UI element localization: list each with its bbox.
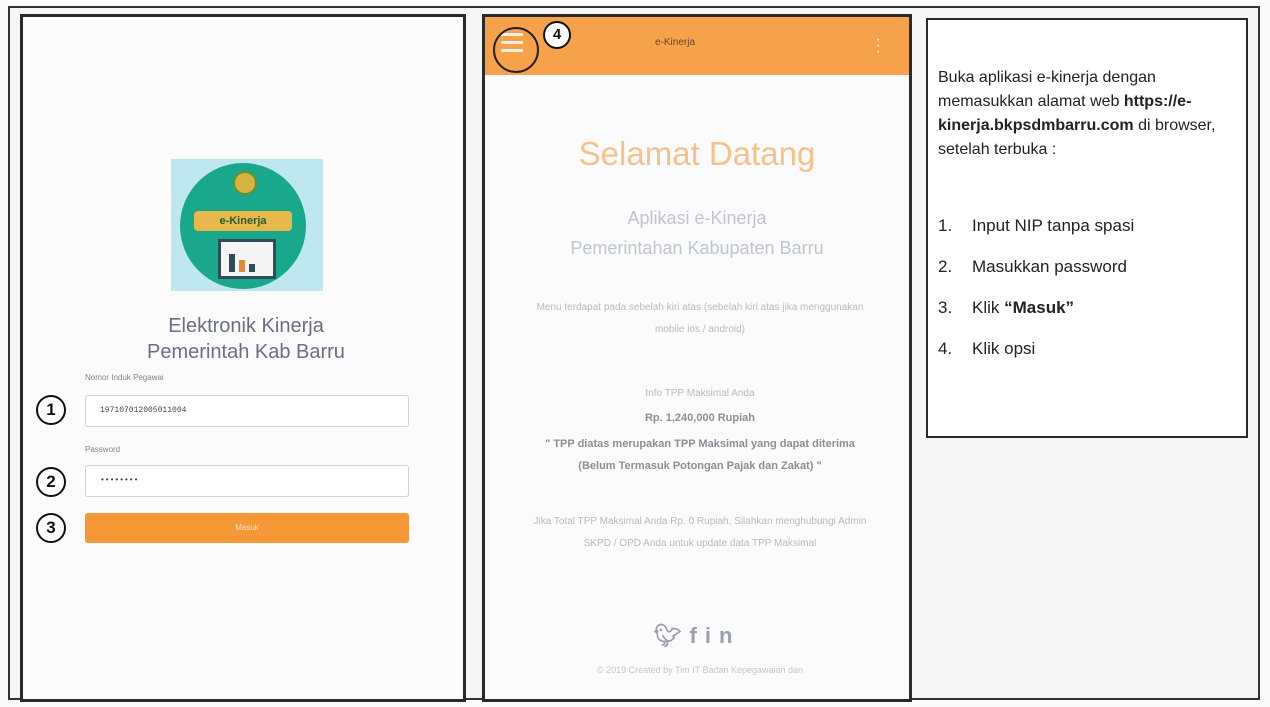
more-vert-icon[interactable]: · · ·	[876, 32, 881, 60]
monitor-icon	[218, 239, 276, 279]
callout-2: 2	[36, 467, 66, 497]
instructions-intro: Buka aplikasi e-kinerja dengan memasukka…	[938, 69, 1216, 158]
emblem-icon	[233, 171, 257, 195]
tpp-value: Rp. 1,240,000 Rupiah	[644, 412, 756, 424]
callout-3: 3	[36, 513, 66, 543]
home-screen: 4 e-Kinerja · · · Selamat Datang Aplikasi …	[482, 14, 912, 702]
brand-label: e-Kinerja	[655, 37, 696, 48]
nip-label: Nomor Induk Pegawai	[85, 373, 164, 382]
password-label: Password	[85, 445, 121, 454]
app-bar: 4 e-Kinerja · · ·	[485, 17, 909, 75]
welcome-heading: Selamat Datang	[578, 135, 816, 172]
login-screen: e-Kinerja Elektronik Kinerja Pemerintah …	[20, 14, 466, 702]
step-item: 1. Input NIP tanpa spasi	[938, 216, 1135, 235]
step-item: 3. Klik “Masuk”	[938, 298, 1075, 317]
callout-1: 1	[36, 395, 66, 425]
callout-4: 4	[543, 21, 571, 49]
login-button[interactable]: Masuk	[85, 513, 409, 543]
facebook-icon[interactable]: f	[690, 623, 705, 648]
menu-hint: Menu terdapat pada sebelah kiri atas (se…	[536, 302, 864, 335]
steps-list: 1. Input NIP tanpa spasi 2. Masukkan passw…	[938, 216, 1238, 380]
linkedin-icon[interactable]: in	[705, 623, 741, 648]
app-subtitle: Aplikasi e-Kinerja Pemerintahan Kabupate…	[570, 208, 824, 258]
step-item: 4. Klik opsi	[938, 339, 1036, 358]
password-input[interactable]: ••••••••	[85, 465, 409, 497]
tpp-zero-note: Jika Total TPP Maksimal Anda Rp. 0 Rupia…	[533, 516, 867, 549]
social-links: 🐦︎fin	[485, 623, 909, 649]
instructions-box: Buka aplikasi e-kinerja dengan memasukka…	[926, 18, 1248, 438]
tpp-label: Info TPP Maksimal Anda	[645, 388, 755, 399]
tpp-note: " TPP diatas merupakan TPP Maksimal yang…	[545, 438, 855, 472]
step-item: 2. Masukkan password	[938, 257, 1127, 276]
highlight-circle	[493, 27, 539, 73]
app-title: Elektronik Kinerja Pemerintah Kab Barru	[147, 315, 345, 363]
nip-input[interactable]: 197107012005011004	[85, 395, 409, 427]
footer-text: © 2019 Created by Tim IT Badan Kepegawai…	[596, 665, 804, 675]
twitter-icon[interactable]: 🐦︎	[654, 623, 690, 648]
app-logo: e-Kinerja	[171, 159, 323, 291]
logo-text: e-Kinerja	[194, 211, 292, 231]
